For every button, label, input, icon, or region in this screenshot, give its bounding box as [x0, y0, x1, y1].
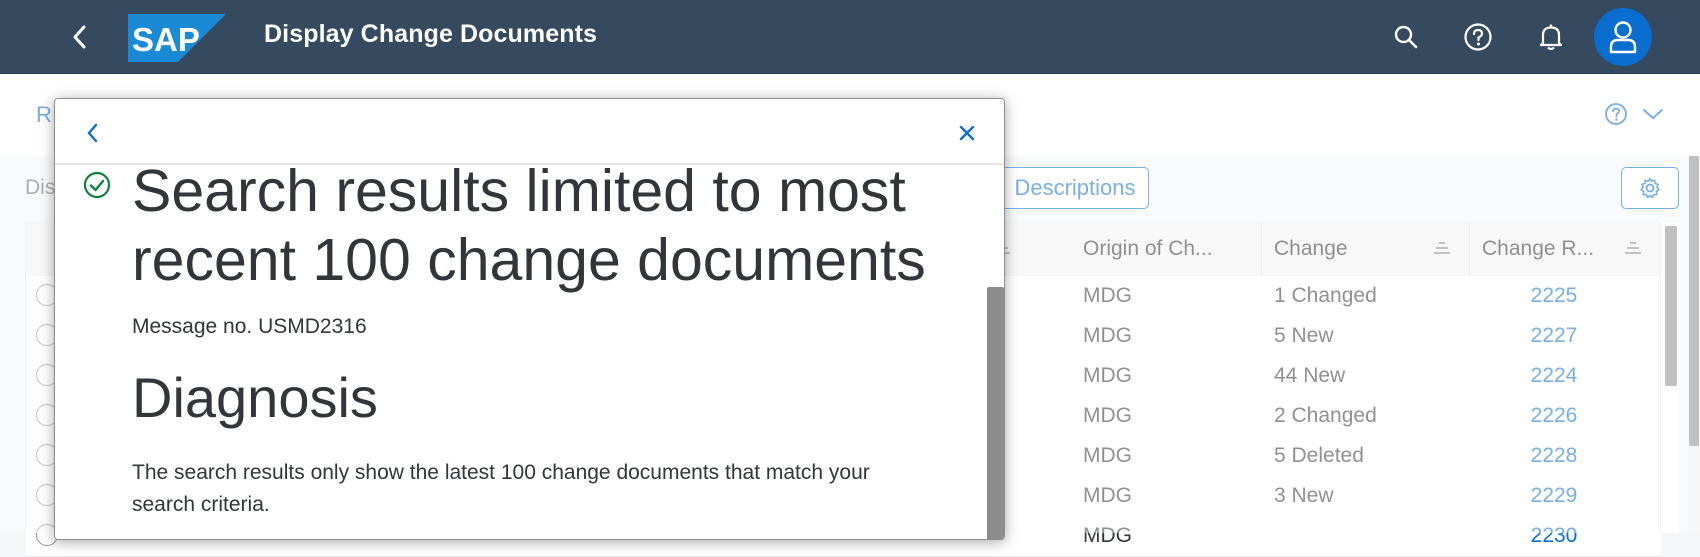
diagnosis-heading: Diagnosis	[132, 366, 378, 429]
notifications-button[interactable]	[1533, 19, 1569, 55]
chevron-left-icon	[87, 123, 98, 143]
dialog-header	[55, 99, 1004, 165]
dialog-content: Search results limited to most recent 10…	[55, 158, 981, 539]
message-number: Message no. USMD2316	[132, 315, 367, 338]
success-check-icon	[83, 171, 111, 199]
bell-icon	[1539, 24, 1563, 51]
message-title: Search results limited to most recent 10…	[132, 158, 926, 293]
back-button[interactable]	[62, 18, 98, 56]
scrollbar-thumb[interactable]	[987, 287, 1004, 539]
logo-text: SAP	[132, 21, 200, 58]
sap-logo[interactable]: SAP	[128, 14, 226, 62]
user-icon	[1609, 21, 1637, 54]
message-dialog: Search results limited to most recent 10…	[54, 98, 1005, 540]
dialog-back-button[interactable]	[75, 115, 111, 151]
chevron-left-icon	[73, 25, 86, 49]
dialog-close-button[interactable]	[949, 115, 985, 151]
help-icon	[1464, 23, 1492, 51]
diagnosis-text: The search results only show the latest …	[132, 461, 870, 516]
close-icon	[959, 125, 975, 141]
dialog-scrollbar[interactable]	[981, 165, 1004, 539]
search-button[interactable]	[1388, 19, 1424, 55]
app-title: Display Change Documents	[264, 20, 598, 48]
user-avatar[interactable]	[1594, 8, 1652, 66]
search-icon	[1394, 25, 1418, 49]
shell-bar: SAP Display Change Documents	[0, 0, 1700, 74]
help-button[interactable]	[1460, 19, 1496, 55]
